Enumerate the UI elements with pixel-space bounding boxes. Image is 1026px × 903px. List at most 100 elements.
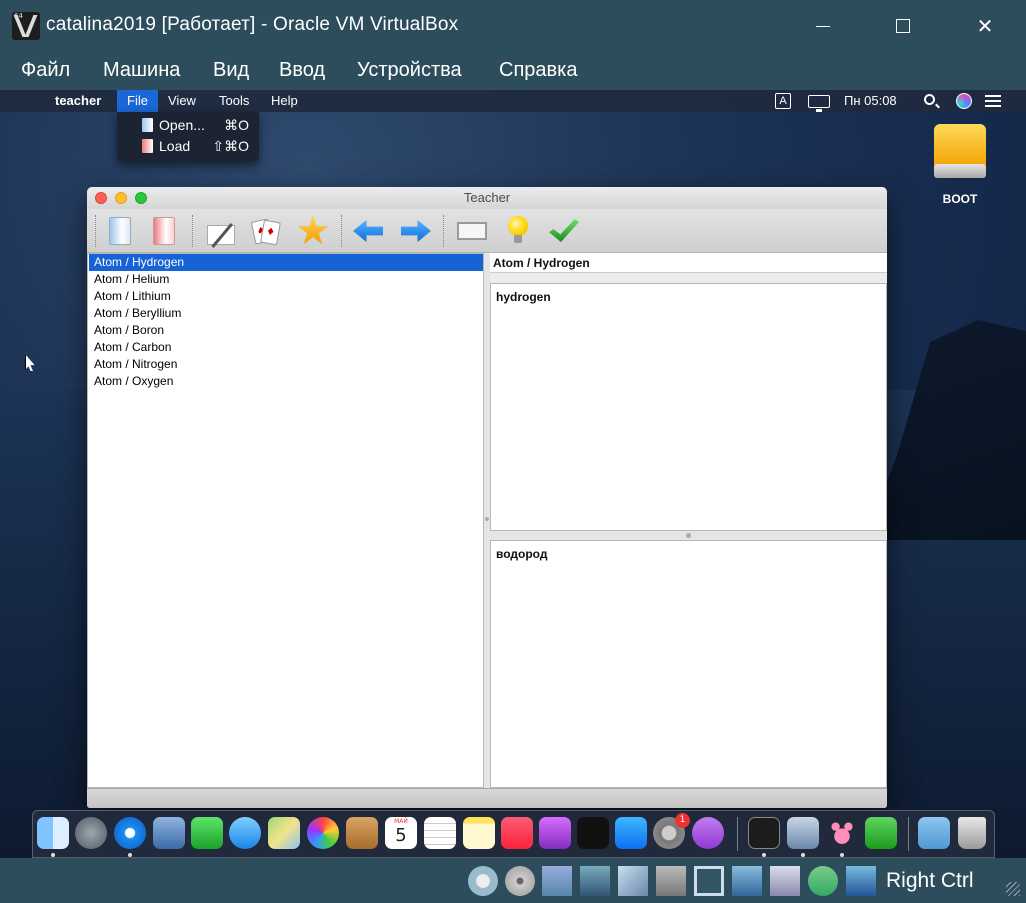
card-front-panel[interactable]: hydrogen xyxy=(490,283,887,531)
list-item[interactable]: Atom / Beryllium xyxy=(89,305,483,322)
recording-status-icon[interactable] xyxy=(732,866,762,896)
mouse-integration-status-icon[interactable] xyxy=(808,866,838,896)
resize-grip[interactable] xyxy=(1006,882,1020,896)
mac-menu-help[interactable]: Help xyxy=(271,93,298,108)
mac-menu-file[interactable]: File xyxy=(117,90,158,112)
audio-status-icon[interactable] xyxy=(542,866,572,896)
trash-icon[interactable] xyxy=(958,817,986,849)
host-menu-view[interactable]: Вид xyxy=(213,59,249,82)
edit-icon[interactable] xyxy=(205,217,235,245)
downloads-folder-icon[interactable] xyxy=(918,817,950,849)
keyboard-capture-status-icon[interactable] xyxy=(846,866,876,896)
hard-disk-status-icon[interactable] xyxy=(468,866,498,896)
guest-screen: teacher File View Tools Help A Пн 05:08 … xyxy=(0,90,1026,858)
facetime-icon[interactable] xyxy=(191,817,223,849)
messages-icon[interactable] xyxy=(229,817,261,849)
app-store-icon[interactable] xyxy=(615,817,647,849)
horizontal-splitter[interactable] xyxy=(490,531,887,540)
maximize-button[interactable] xyxy=(880,0,926,52)
preview-icon[interactable] xyxy=(787,817,819,849)
calendar-month: МАЙ xyxy=(394,818,408,825)
safari-icon[interactable] xyxy=(114,817,146,849)
list-item[interactable]: Atom / Lithium xyxy=(89,288,483,305)
toolbar-separator xyxy=(341,215,342,247)
music-icon[interactable] xyxy=(501,817,533,849)
running-indicator xyxy=(128,853,132,857)
menu-item-open[interactable]: Open... ⌘O xyxy=(117,115,259,136)
detail-header: Atom / Hydrogen xyxy=(490,253,887,273)
maximize-icon xyxy=(896,19,910,33)
notification-badge: 1 xyxy=(675,813,690,828)
siri-icon[interactable] xyxy=(956,93,972,109)
list-item[interactable]: Atom / Hydrogen xyxy=(89,254,483,271)
card-back-text: водород xyxy=(496,547,548,561)
toolbar-separator xyxy=(95,215,96,247)
teacher-app-icon[interactable] xyxy=(826,817,858,849)
host-key-label: Right Ctrl xyxy=(886,869,974,892)
cpu-status-icon[interactable] xyxy=(770,866,800,896)
reminders-icon[interactable] xyxy=(424,817,456,849)
shared-folders-status-icon[interactable] xyxy=(656,866,686,896)
mac-menu-app-name[interactable]: teacher xyxy=(55,93,101,108)
load-icon[interactable] xyxy=(153,217,175,245)
cards-icon[interactable]: ♠ ♦ xyxy=(250,217,281,246)
window-zoom-button[interactable] xyxy=(135,192,147,204)
calendar-day: 5 xyxy=(395,825,407,846)
terminal-icon[interactable] xyxy=(748,817,780,849)
notification-center-icon[interactable] xyxy=(985,95,1001,107)
list-item[interactable]: Atom / Helium xyxy=(89,271,483,288)
close-button[interactable]: ✕ xyxy=(962,0,1008,52)
window-close-button[interactable] xyxy=(95,192,107,204)
contacts-icon[interactable] xyxy=(346,817,378,849)
launchpad-icon[interactable] xyxy=(75,817,107,849)
card-list[interactable]: Atom / Hydrogen Atom / Helium Atom / Lit… xyxy=(87,253,484,788)
apple-tv-icon[interactable] xyxy=(577,817,609,849)
feedback-assistant-icon[interactable] xyxy=(692,817,724,849)
mac-menubar: teacher File View Tools Help A Пн 05:08 xyxy=(0,90,1026,112)
mouse-pointer-icon xyxy=(25,354,35,372)
mac-menu-view[interactable]: View xyxy=(168,93,196,108)
toolbar-separator xyxy=(443,215,444,247)
notes-icon[interactable] xyxy=(463,817,495,849)
running-indicator xyxy=(51,853,55,857)
host-menu-machine[interactable]: Машина xyxy=(103,59,180,82)
list-item[interactable]: Atom / Boron xyxy=(89,322,483,339)
maps-icon[interactable] xyxy=(268,817,300,849)
host-menu-devices[interactable]: Устройства xyxy=(357,59,462,82)
running-indicator xyxy=(801,853,805,857)
display-status-icon[interactable] xyxy=(694,866,724,896)
bulb-icon[interactable] xyxy=(508,216,528,243)
menubar-clock[interactable]: Пн 05:08 xyxy=(844,93,897,108)
teacher-titlebar[interactable]: Teacher xyxy=(87,187,887,209)
boot-drive-label[interactable]: BOOT xyxy=(926,192,994,206)
card-rect-icon[interactable] xyxy=(457,222,487,240)
menu-item-load-shortcut: ⇧⌘O xyxy=(212,138,249,154)
spotlight-search-icon[interactable] xyxy=(924,94,935,105)
mac-menu-tools[interactable]: Tools xyxy=(219,93,249,108)
mail-icon[interactable] xyxy=(153,817,185,849)
host-menu-file[interactable]: Файл xyxy=(21,59,70,82)
menu-item-load[interactable]: Load ⇧⌘O xyxy=(117,136,259,157)
input-source-icon[interactable]: A xyxy=(775,93,791,109)
podcasts-icon[interactable] xyxy=(539,817,571,849)
list-item[interactable]: Atom / Nitrogen xyxy=(89,356,483,373)
open-icon[interactable] xyxy=(109,217,131,245)
card-back-panel[interactable]: водород xyxy=(490,540,887,788)
dock-separator xyxy=(908,817,909,851)
host-menu-help[interactable]: Справка xyxy=(499,59,577,82)
usb-status-icon[interactable] xyxy=(618,866,648,896)
finder-icon[interactable] xyxy=(37,817,69,849)
optical-drive-status-icon[interactable] xyxy=(505,866,535,896)
network-status-icon[interactable] xyxy=(580,866,610,896)
window-minimize-button[interactable] xyxy=(115,192,127,204)
calendar-icon[interactable]: МАЙ 5 xyxy=(385,817,417,849)
host-menu-input[interactable]: Ввод xyxy=(279,59,325,82)
host-titlebar: 64 catalina2019 [Работает] - Oracle VM V… xyxy=(0,0,1026,52)
photos-icon[interactable] xyxy=(307,817,339,849)
list-item[interactable]: Atom / Carbon xyxy=(89,339,483,356)
display-mirroring-icon[interactable] xyxy=(808,95,830,112)
minimize-button[interactable] xyxy=(800,0,846,52)
boot-drive-icon[interactable] xyxy=(934,124,986,182)
qt-creator-icon[interactable] xyxy=(865,817,897,849)
list-item[interactable]: Atom / Oxygen xyxy=(89,373,483,390)
